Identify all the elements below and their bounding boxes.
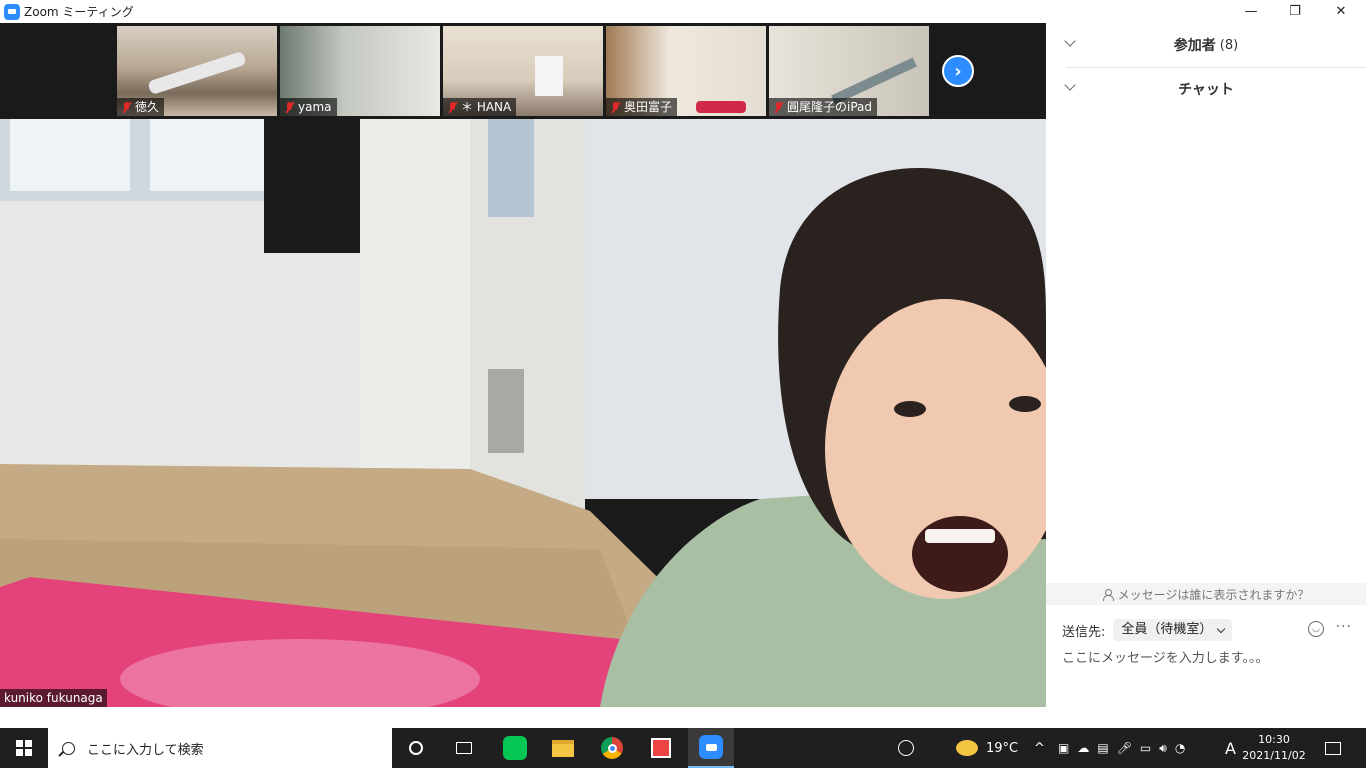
chat-label: チャット <box>1178 82 1234 98</box>
taskbar-app-chrome[interactable] <box>591 728 633 768</box>
participant-name: yama <box>298 100 332 114</box>
participant-name: ＊ HANA <box>461 100 512 114</box>
onedrive-cloud-icon[interactable]: ☁ <box>1077 741 1089 755</box>
show-hidden-icons-button[interactable]: ^ <box>1034 728 1045 768</box>
send-to-row: 送信先: 全員（待機室） ◡ ··· <box>1062 619 1358 641</box>
participant-label: 奥田富子 <box>606 98 678 116</box>
cortana-button[interactable] <box>396 728 436 768</box>
participant-thumbnail[interactable]: ＊ HANA <box>443 26 603 116</box>
gift-icon <box>651 738 671 758</box>
recipient-value: 全員（待機室） <box>1121 622 1213 637</box>
participant-thumbnail[interactable]: 奥田富子 <box>606 26 766 116</box>
who-can-see-text: メッセージは誰に表示されますか？ <box>1117 587 1310 602</box>
send-to-label: 送信先: <box>1062 624 1106 640</box>
side-panel: 参加者 (8) チャット メッセージは誰に表示されますか？ 送信先: 全員（待機… <box>1046 23 1366 728</box>
next-page-button[interactable]: › <box>942 55 974 87</box>
video-area: 徳久 yama ＊ HANA 奥田富子 圓尾隆子のiPad › kuniko f… <box>0 23 1046 707</box>
participants-label: 参加者 <box>1173 38 1216 54</box>
system-tray-icons: ▣ ☁ ▤ 🎤︎ ▭ 🔊︎ ◔ <box>1058 728 1185 768</box>
clock-date: 2021/11/02 <box>1242 749 1306 762</box>
zoom-logo-icon <box>4 3 20 20</box>
mic-muted-icon <box>122 101 131 113</box>
who-can-see-bar[interactable]: メッセージは誰に表示されますか？ <box>1046 583 1366 605</box>
weather-cloud-sun-icon <box>956 740 978 756</box>
taskbar-app-zoom[interactable] <box>688 728 734 768</box>
cortana-circle-icon <box>409 741 423 755</box>
person-icon <box>1102 588 1114 601</box>
participant-name: 奥田富子 <box>624 100 673 114</box>
battery-icon[interactable]: ▭ <box>1140 741 1151 755</box>
participant-label: 圓尾隆子のiPad <box>769 98 878 116</box>
speaker-volume-icon[interactable]: 🔊︎ <box>1159 741 1167 756</box>
taskbar-app-gift[interactable] <box>640 728 682 768</box>
mic-muted-icon <box>611 101 620 113</box>
emoji-icon[interactable]: ◡ <box>1308 621 1324 637</box>
mic-muted-icon <box>774 101 783 113</box>
microphone-icon[interactable]: 🎤︎ <box>1117 741 1132 755</box>
taskbar-clock[interactable]: 10:30 2021/11/02 <box>1242 728 1306 768</box>
taskbar-search-box[interactable]: ここに入力して検索 <box>48 728 392 768</box>
ime-mode-indicator[interactable]: A <box>1225 728 1236 768</box>
close-button[interactable]: ✕ <box>1318 0 1364 23</box>
participant-label: ＊ HANA <box>443 98 517 116</box>
participant-name: 徳久 <box>135 100 160 114</box>
mic-muted-icon <box>285 101 294 113</box>
participant-name: 圓尾隆子のiPad <box>787 100 873 114</box>
search-placeholder: ここに入力して検索 <box>87 742 204 758</box>
start-button[interactable] <box>0 728 48 768</box>
active-speaker-video: kuniko fukunaga <box>0 119 1046 707</box>
participants-count: (8) <box>1219 37 1239 53</box>
restore-button[interactable]: ❐ <box>1272 0 1318 23</box>
clock-time: 10:30 <box>1258 733 1290 746</box>
notification-icon <box>1325 741 1341 755</box>
more-icon[interactable]: ··· <box>1336 619 1352 635</box>
chevron-down-icon <box>1064 35 1076 47</box>
chat-message-input[interactable] <box>1062 647 1352 669</box>
participant-label: yama <box>280 98 337 116</box>
window-title: Zoom ミーティング <box>24 5 134 19</box>
task-view-button[interactable] <box>444 728 484 768</box>
minimize-button[interactable]: — <box>1228 0 1274 23</box>
participant-thumbnail[interactable]: 徳久 <box>117 26 277 116</box>
search-icon <box>62 741 75 755</box>
zoom-app-icon <box>699 735 723 759</box>
taskbar-app-line[interactable] <box>494 728 536 768</box>
taskbar-app-explorer[interactable] <box>542 728 584 768</box>
chat-section-header[interactable]: チャット <box>1046 67 1366 111</box>
taskbar: ここに入力して検索 19°C ^ ▣ ☁ ▤ 🎤︎ ▭ 🔊︎ ◔ A 10:30… <box>0 728 1366 768</box>
participant-thumbnail[interactable]: yama <box>280 26 440 116</box>
weather-widget[interactable]: 19°C <box>956 728 1018 768</box>
folder-icon <box>552 739 574 757</box>
chevron-down-icon <box>1217 624 1226 633</box>
participant-label: 徳久 <box>117 98 165 116</box>
task-view-icon <box>456 742 472 754</box>
notification-center-button[interactable] <box>1322 728 1344 768</box>
line-app-icon <box>503 736 527 760</box>
mic-muted-icon <box>448 101 457 113</box>
title-bar: Zoom ミーティング — ❐ ✕ <box>0 0 1366 23</box>
people-icon[interactable] <box>898 728 914 768</box>
participants-section-header[interactable]: 参加者 (8) <box>1046 23 1366 67</box>
thumbnail-strip: 徳久 yama ＊ HANA 奥田富子 圓尾隆子のiPad › <box>0 23 1046 118</box>
speaker-video-frame <box>0 119 1046 707</box>
chevron-down-icon <box>1064 79 1076 91</box>
wifi-icon[interactable]: ◔ <box>1175 741 1185 755</box>
display-icon[interactable]: ▤ <box>1097 741 1108 755</box>
speaker-name-label: kuniko fukunaga <box>0 689 107 707</box>
participant-thumbnail[interactable]: 圓尾隆子のiPad <box>769 26 929 116</box>
recipient-dropdown[interactable]: 全員（待機室） <box>1113 619 1233 641</box>
device-icon[interactable]: ▣ <box>1058 741 1069 755</box>
chrome-icon <box>601 737 623 759</box>
windows-logo-icon <box>16 740 32 756</box>
weather-temp: 19°C <box>986 740 1019 756</box>
